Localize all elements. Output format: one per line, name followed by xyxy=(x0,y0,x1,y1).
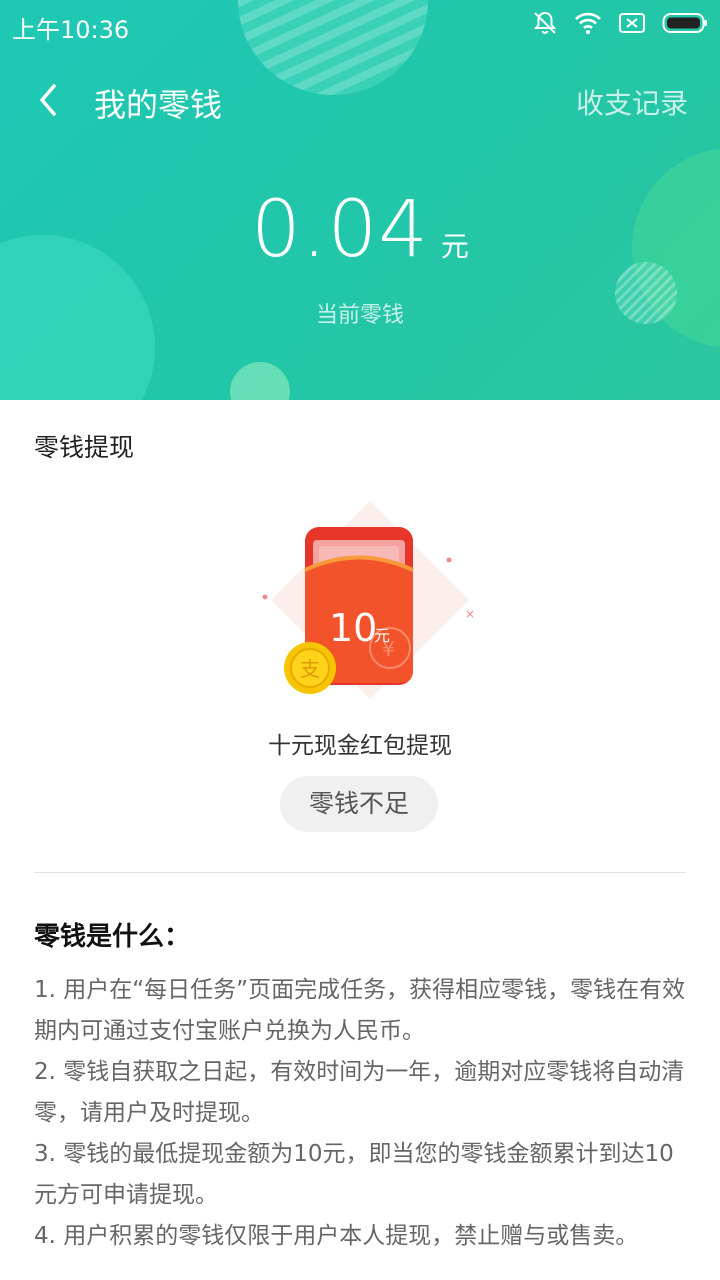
nav-bar: 我的零钱 收支记录 xyxy=(0,70,720,130)
faq-item: 4. 用户积累的零钱仅限于用户本人提现，禁止赠与或售卖。 xyxy=(34,1223,639,1249)
balance-unit: 元 xyxy=(440,230,469,263)
faq-list: 1. 用户在“每日任务”页面完成任务，获得相应零钱，零钱在有效期内可通过支付宝账… xyxy=(34,970,694,1257)
no-sim-icon xyxy=(619,13,645,33)
status-icons xyxy=(532,10,708,36)
faq-item: 2. 零钱自获取之日起，有效时间为一年，逾期对应零钱将自动清零，请用户及时提现。 xyxy=(34,1059,685,1126)
insufficient-balance-button[interactable]: 零钱不足 xyxy=(280,776,438,832)
back-icon[interactable] xyxy=(30,78,70,122)
withdraw-section-title: 零钱提现 xyxy=(34,433,135,462)
red-packet-unit: 元 xyxy=(374,626,390,645)
wifi-icon xyxy=(575,12,601,34)
faq-title: 零钱是什么： xyxy=(34,922,191,952)
balance-header: 上午10:36 我的零钱 收支记录 0.04 元 当前零钱 xyxy=(0,0,720,400)
status-bar: 上午10:36 xyxy=(0,0,720,50)
svg-text:×: × xyxy=(465,607,475,621)
withdraw-caption: 十元现金红包提现 xyxy=(268,733,452,759)
battery-icon xyxy=(662,13,707,33)
faq-item: 1. 用户在“每日任务”页面完成任务，获得相应零钱，零钱在有效期内可通过支付宝账… xyxy=(34,977,686,1044)
balance-amount: 0.04 元 xyxy=(0,185,720,275)
balance-value: 0.04 xyxy=(251,185,429,275)
page-title: 我的零钱 xyxy=(94,86,223,124)
transaction-records-link[interactable]: 收支记录 xyxy=(576,82,688,122)
bell-muted-icon xyxy=(533,11,557,34)
red-packet-illustration: × ¥ 支 10 元 xyxy=(262,501,475,699)
balance-label: 当前零钱 xyxy=(315,303,404,328)
svg-text:支: 支 xyxy=(300,657,320,681)
decor-bubble xyxy=(230,362,290,400)
divider xyxy=(34,872,686,873)
faq-item: 3. 零钱的最低提现金额为10元，即当您的零钱金额累计到达10元方可申请提现。 xyxy=(34,1141,674,1208)
red-packet-amount: 10 xyxy=(329,606,377,650)
status-time: 上午10:36 xyxy=(12,16,130,44)
